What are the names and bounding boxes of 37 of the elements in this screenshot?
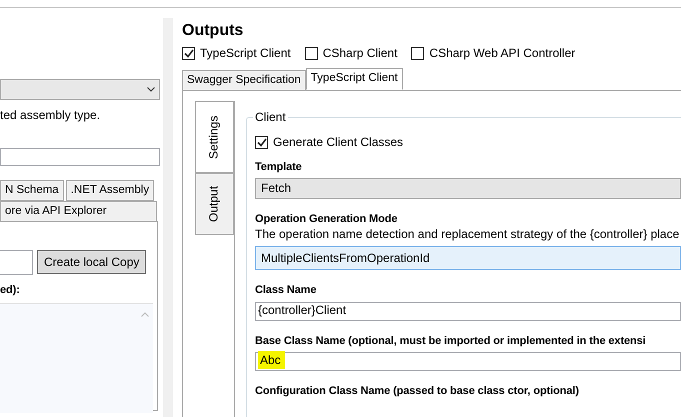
field-label: Class Name [255,283,318,298]
field-label: Base Class Name (optional, must be imported or implemented in the extensi [255,334,647,348]
tab[interactable]: TypeScript Client [306,68,403,90]
input-field[interactable]: {controller}Client [255,302,681,321]
tab[interactable]: .NET Assembly [66,180,154,201]
chevron-down-icon [147,87,155,92]
field-label: Template [255,160,303,174]
text-field[interactable] [0,250,33,275]
list-label: ed): [0,282,21,297]
field-value: Abc [258,350,285,369]
select-field[interactable]: Fetch [255,178,681,200]
field-value: {controller}Client [258,302,346,317]
tab[interactable]: N Schema [0,180,64,201]
checkbox[interactable] [255,136,268,149]
side-tab[interactable]: Settings [195,100,234,173]
field-label: Operation Generation Mode [255,212,398,227]
select-field[interactable]: MultipleClientsFromOperationId [255,246,681,270]
description-text: ted assembly type. [0,108,102,124]
tab[interactable]: Swagger Specification [182,70,306,91]
checkbox-label: CSharp Web API Controller [429,46,576,62]
checkbox-label: TypeScript Client [200,46,291,62]
checkbox-label: Generate Client Classes [273,134,404,150]
text-field[interactable] [0,148,160,166]
group-legend: Client [253,110,288,124]
create-copy-button[interactable]: Create local Copy [37,250,146,274]
field-label: Configuration Class Name (passed to base class ctor, optional) [255,384,580,398]
dropdown[interactable] [0,79,160,100]
checkbox[interactable] [411,47,424,60]
checkbox-label: CSharp Client [322,46,398,62]
checkbox[interactable] [182,47,195,60]
input-field[interactable]: Abc [255,352,681,371]
side-tab[interactable]: Output [195,172,234,235]
field-description: The operation name detection and replacement strategy of the {controller} place [255,226,680,242]
section-title: Outputs [182,21,244,41]
scroll-up-icon[interactable] [141,312,149,317]
tab[interactable]: ore via API Explorer [0,200,157,222]
checkbox[interactable] [304,47,318,60]
